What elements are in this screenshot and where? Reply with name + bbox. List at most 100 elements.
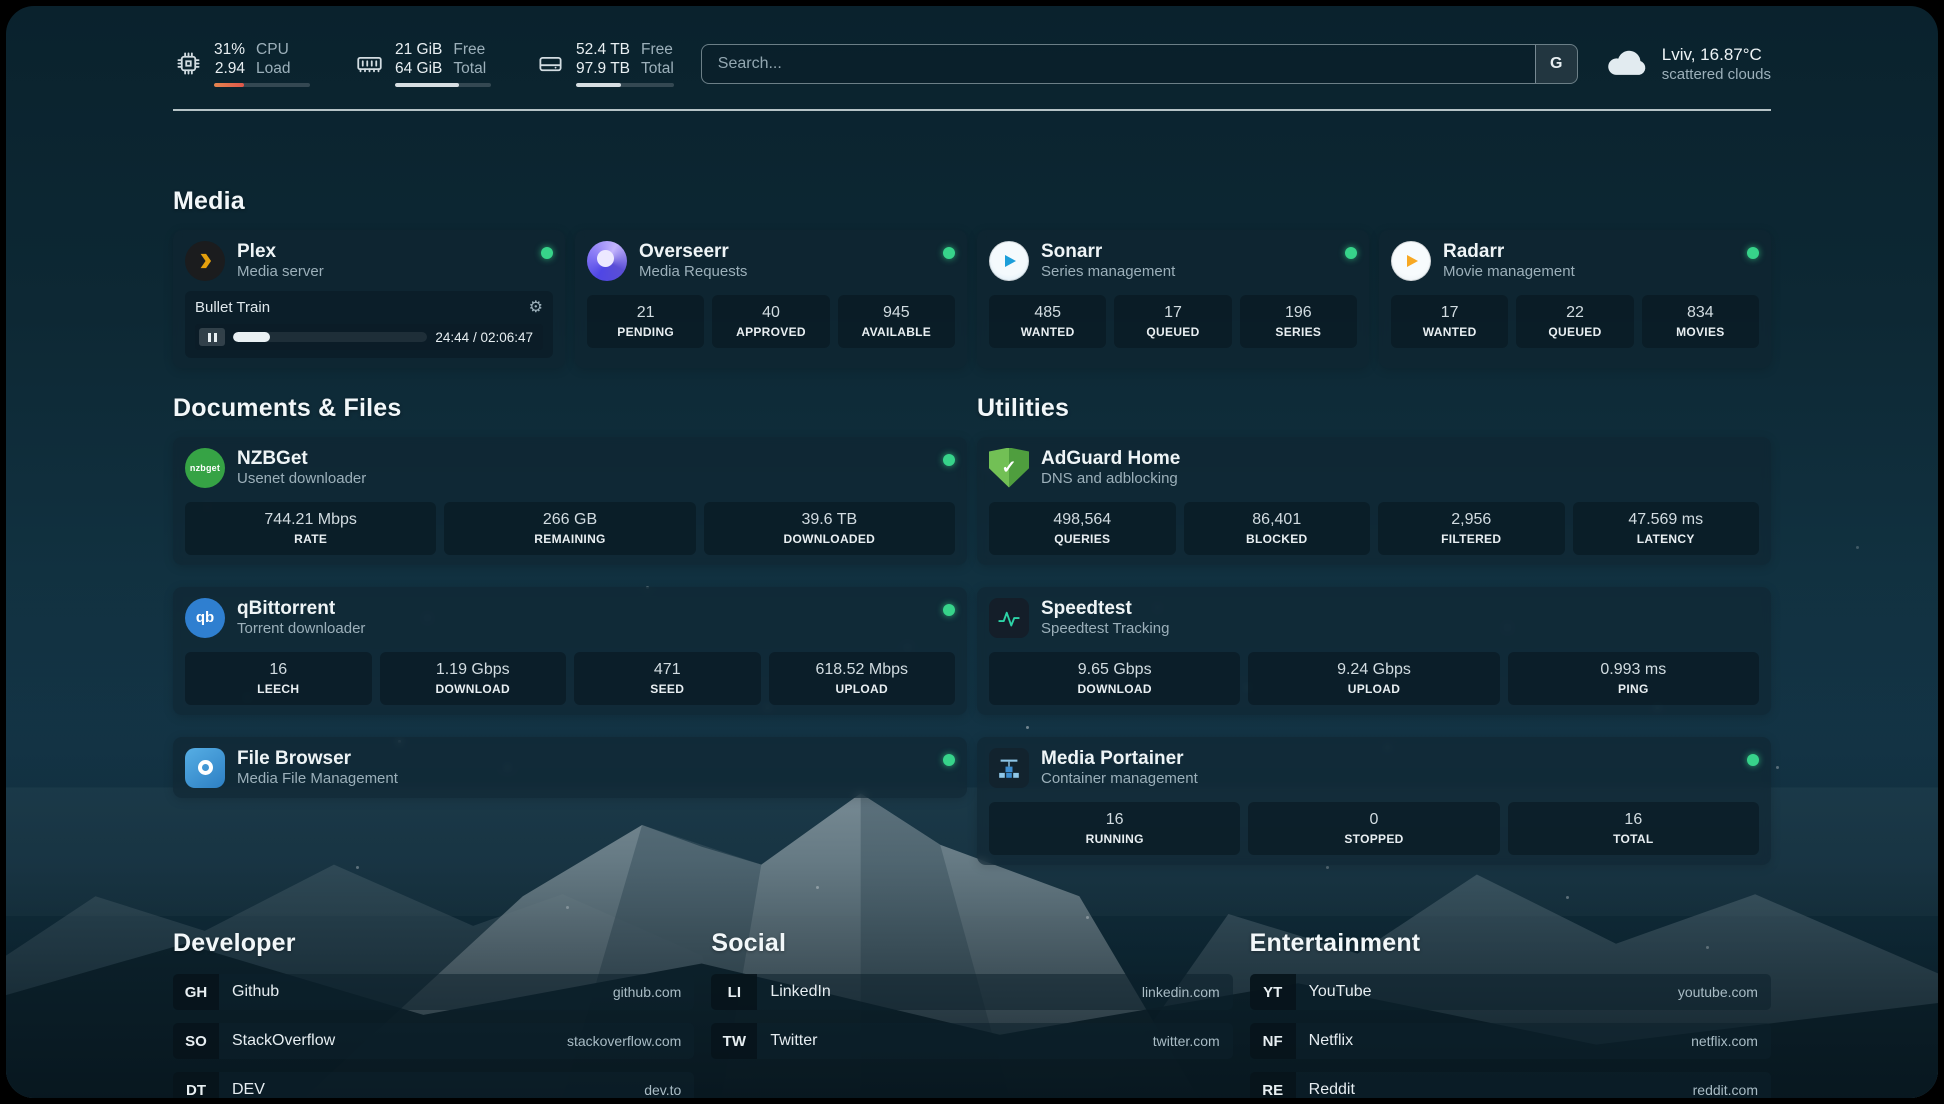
memory-bar (395, 83, 491, 87)
stat-downloaded: 39.6 TB DOWNLOADED (704, 502, 955, 555)
cpu-labels: CPU Load (256, 40, 290, 78)
status-dot (943, 754, 955, 766)
disk-labels: Free Total (641, 40, 674, 78)
qbittorrent-icon: qb (185, 598, 225, 638)
service-description: Series management (1041, 263, 1333, 281)
playback-progress-bar[interactable] (233, 332, 427, 342)
service-name: File Browser (237, 747, 931, 770)
service-card-speedtest[interactable]: Speedtest Speedtest Tracking 9.65 Gbps D… (977, 587, 1771, 715)
stat-seed: 471 SEED (574, 652, 761, 705)
service-card-overseerr[interactable]: Overseerr Media Requests 21 PENDING 40 A… (575, 230, 967, 368)
top-bar: 31% 2.94 CPU Load (173, 40, 1771, 87)
bookmark-twitter[interactable]: TW Twitter twitter.com (711, 1023, 1232, 1059)
status-dot (943, 604, 955, 616)
stat-rate: 744.21 Mbps RATE (185, 502, 436, 555)
service-name: Radarr (1443, 240, 1735, 263)
status-dot (1345, 247, 1357, 259)
bookmark-abbr: TW (711, 1023, 757, 1059)
section-developer: Developer GH Github github.com SO StackO… (173, 929, 694, 1098)
section-entertainment: Entertainment YT YouTube youtube.com NF … (1250, 929, 1771, 1098)
stat-download: 9.65 Gbps DOWNLOAD (989, 652, 1240, 705)
memory-bar-fill (395, 83, 459, 87)
dashboard-screen: 31% 2.94 CPU Load (6, 6, 1938, 1098)
service-name: Media Portainer (1041, 747, 1735, 770)
bookmark-label: Twitter (757, 1032, 817, 1050)
service-card-portainer[interactable]: Media Portainer Container management 16 … (977, 737, 1771, 865)
bookmark-label: YouTube (1296, 983, 1372, 1001)
stat-filtered: 2,956 FILTERED (1378, 502, 1565, 555)
memory-values: 21 GiB 64 GiB (395, 40, 442, 78)
search-provider-button[interactable]: G (1535, 45, 1577, 83)
bookmark-github[interactable]: GH Github github.com (173, 974, 694, 1010)
memory-labels: Free Total (453, 40, 486, 78)
stat-queries: 498,564 QUERIES (989, 502, 1176, 555)
media-heading: Media (173, 187, 1771, 216)
bookmark-abbr: GH (173, 974, 219, 1010)
developer-heading: Developer (173, 929, 694, 958)
entertainment-heading: Entertainment (1250, 929, 1771, 958)
stat-approved: 40 APPROVED (712, 295, 829, 348)
speedtest-icon (989, 598, 1029, 638)
service-card-nzbget[interactable]: nzbget NZBGet Usenet downloader 744.21 M… (173, 437, 967, 565)
stat-wanted: 17 WANTED (1391, 295, 1508, 348)
status-dot (943, 247, 955, 259)
service-name: Overseerr (639, 240, 931, 263)
service-description: Media File Management (237, 770, 931, 788)
disk-values: 52.4 TB 97.9 TB (576, 40, 630, 78)
service-description: Movie management (1443, 263, 1735, 281)
bookmark-label: Netflix (1296, 1032, 1353, 1050)
service-description: Media server (237, 263, 529, 281)
bookmark-youtube[interactable]: YT YouTube youtube.com (1250, 974, 1771, 1010)
stat-queued: 22 QUEUED (1516, 295, 1633, 348)
disk-bar-fill (576, 83, 621, 87)
status-dot (541, 247, 553, 259)
bookmark-reddit[interactable]: RE Reddit reddit.com (1250, 1072, 1771, 1098)
section-documents: Documents & Files nzbget NZBGet Usenet d… (173, 394, 967, 798)
bookmark-abbr: DT (173, 1072, 219, 1098)
stat-upload: 9.24 Gbps UPLOAD (1248, 652, 1499, 705)
gear-icon[interactable]: ⚙ (529, 300, 543, 316)
bookmark-label: Github (219, 983, 279, 1001)
service-card-qbittorrent[interactable]: qb qBittorrent Torrent downloader 16 LEE… (173, 587, 967, 715)
playback-time: 24:44 / 02:06:47 (435, 330, 533, 345)
search-input[interactable] (702, 45, 1535, 83)
bookmark-linkedin[interactable]: LI LinkedIn linkedin.com (711, 974, 1232, 1010)
bookmark-dev[interactable]: DT DEV dev.to (173, 1072, 694, 1098)
service-card-plex[interactable]: Plex Media server Bullet Train ⚙ (173, 230, 565, 368)
service-description: Container management (1041, 770, 1735, 788)
header-divider (173, 109, 1771, 111)
nzbget-icon: nzbget (185, 448, 225, 488)
service-description: Torrent downloader (237, 620, 931, 638)
section-media: Media Plex Media server (173, 187, 1771, 368)
weather-condition: scattered clouds (1662, 65, 1771, 84)
stat-total: 16 TOTAL (1508, 802, 1759, 855)
cpu-icon (173, 50, 203, 77)
cpu-values: 31% 2.94 (214, 40, 245, 78)
service-card-adguard[interactable]: ✓ AdGuard Home DNS and adblocking 498,56… (977, 437, 1771, 565)
stat-available: 945 AVAILABLE (838, 295, 955, 348)
service-name: Speedtest (1041, 597, 1759, 620)
stat-movies: 834 MOVIES (1642, 295, 1759, 348)
disk-total: 97.9 TB (576, 59, 630, 78)
stat-leech: 16 LEECH (185, 652, 372, 705)
sonarr-icon (989, 241, 1029, 281)
service-card-radarr[interactable]: Radarr Movie management 17 WANTED 22 QUE… (1379, 230, 1771, 368)
stat-stopped: 0 STOPPED (1248, 802, 1499, 855)
service-card-sonarr[interactable]: Sonarr Series management 485 WANTED 17 Q… (977, 230, 1369, 368)
memory-label-top: Free (453, 40, 486, 59)
disk-icon (535, 50, 565, 77)
now-playing-title: Bullet Train (195, 299, 529, 316)
cpu-label-bottom: Load (256, 59, 290, 78)
overseerr-icon (587, 241, 627, 281)
service-name: NZBGet (237, 447, 931, 470)
stat-wanted: 485 WANTED (989, 295, 1106, 348)
service-card-filebrowser[interactable]: File Browser Media File Management (173, 737, 967, 798)
stat-running: 16 RUNNING (989, 802, 1240, 855)
pause-button[interactable] (199, 328, 225, 346)
portainer-icon (989, 748, 1029, 788)
bookmark-stackoverflow[interactable]: SO StackOverflow stackoverflow.com (173, 1023, 694, 1059)
bookmark-netflix[interactable]: NF Netflix netflix.com (1250, 1023, 1771, 1059)
cpu-percent: 31% (214, 40, 245, 59)
stat-series: 196 SERIES (1240, 295, 1357, 348)
weather-widget: Lviv, 16.87°C scattered clouds (1605, 44, 1771, 84)
